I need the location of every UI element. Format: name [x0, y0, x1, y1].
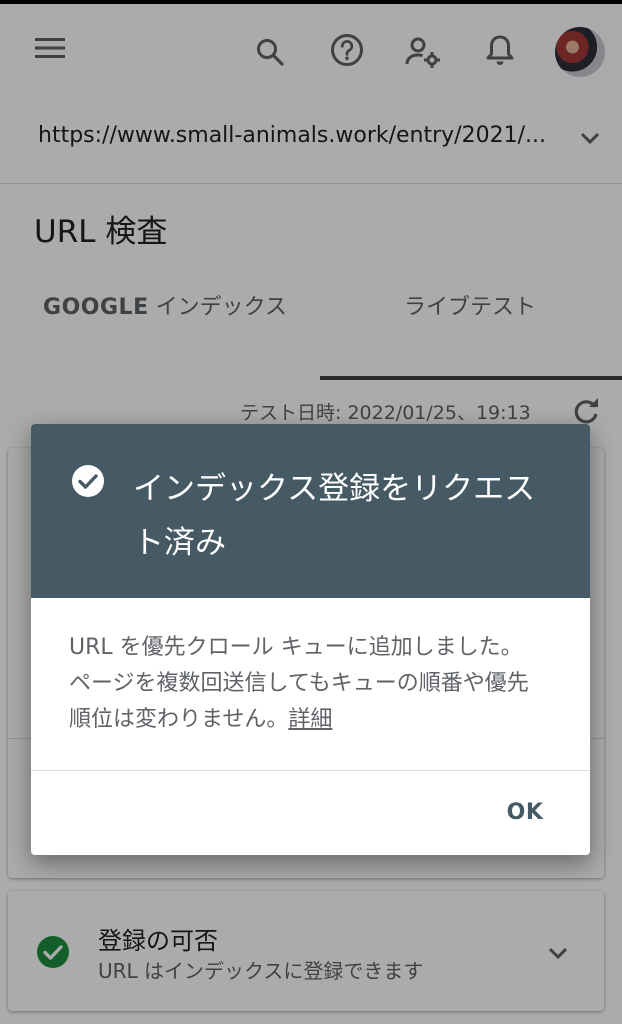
indexing-requested-dialog: インデックス登録をリクエスト済み URL を優先クロール キューに追加しました。… — [31, 424, 590, 855]
dialog-divider — [31, 770, 590, 771]
dialog-header: インデックス登録をリクエスト済み — [31, 424, 590, 598]
dialog-message: URL を優先クロール キューに追加しました。 ページを複数回送信してもキューの… — [69, 630, 549, 738]
dialog-title: インデックス登録をリクエスト済み — [133, 471, 536, 561]
ok-button[interactable]: OK — [493, 790, 557, 834]
check-circle-icon — [71, 464, 105, 498]
learn-more-link[interactable]: 詳細 — [288, 707, 332, 732]
